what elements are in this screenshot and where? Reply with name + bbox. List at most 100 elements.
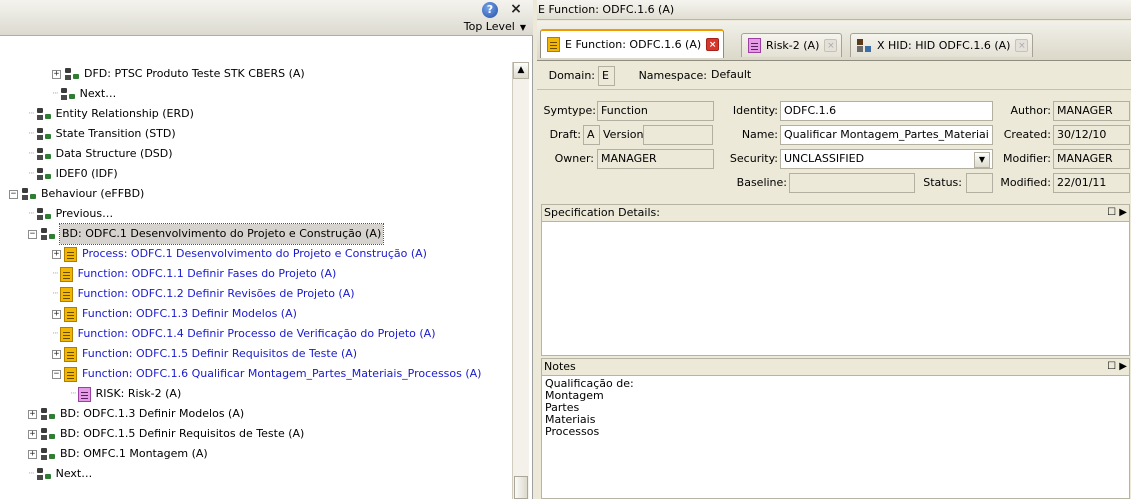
level-dropdown[interactable]: Top Level ▼ bbox=[440, 20, 530, 35]
close-tab-icon[interactable]: × bbox=[706, 38, 720, 51]
tree-item[interactable]: − Behaviour (eFFBD) bbox=[9, 184, 144, 204]
tree-item[interactable]: + BD: ODFC.1.5 Definir Requisitos de Test… bbox=[28, 424, 304, 444]
tree-item[interactable]: + BD: OMFC.1 Montagem (A) bbox=[28, 444, 208, 464]
status-field[interactable] bbox=[966, 173, 993, 193]
scrollbar-thumb[interactable] bbox=[514, 476, 528, 499]
scroll-up-arrow-icon[interactable]: ▲ bbox=[513, 62, 529, 79]
editor-tab-label: E Function: ODFC.1.6 (A) bbox=[565, 38, 702, 51]
baseline-label: Baseline: bbox=[736, 176, 787, 189]
help-icon[interactable]: ? bbox=[482, 2, 498, 18]
tree-item-label: Previous… bbox=[55, 207, 114, 220]
tree-item[interactable]: ··· Next… bbox=[28, 464, 92, 484]
expand-icon[interactable]: + bbox=[28, 409, 37, 419]
tree-connector: ··· bbox=[28, 209, 35, 219]
tree-item[interactable]: ··· Previous… bbox=[28, 204, 113, 224]
tree-item[interactable]: − BD: ODFC.1 Desenvolvimento do Projeto e… bbox=[28, 223, 385, 245]
tree-item[interactable]: ··· RISK: Risk-2 (A) bbox=[70, 384, 181, 404]
tree-item[interactable]: ··· Function: ODFC.1.1 Definir Fases do P… bbox=[52, 264, 336, 284]
security-label: Security: bbox=[729, 152, 778, 165]
tree-connector: ··· bbox=[52, 269, 59, 279]
status-label: Status: bbox=[923, 176, 962, 189]
tree-item[interactable]: ··· Function: ODFC.1.2 Definir Revisões d… bbox=[52, 284, 355, 304]
risk-icon bbox=[748, 38, 761, 53]
editor-tab[interactable]: E Function: ODFC.1.6 (A) × bbox=[540, 29, 725, 58]
identity-field[interactable]: ODFC.1.6 bbox=[780, 101, 993, 121]
tree-item[interactable]: + Function: ODFC.1.5 Definir Requisitos d… bbox=[52, 344, 357, 364]
security-select[interactable]: UNCLASSIFIED ▼ bbox=[780, 149, 993, 169]
collapse-icon[interactable]: − bbox=[52, 369, 61, 379]
draft-field[interactable]: A bbox=[583, 125, 600, 145]
panel-maximize-icon[interactable]: ☐ ▶ bbox=[1107, 359, 1127, 375]
created-label: Created: bbox=[1003, 128, 1051, 141]
domain-field[interactable]: E bbox=[598, 66, 615, 86]
version-label: Version: bbox=[603, 128, 648, 141]
tree-item[interactable]: ··· Function: ODFC.1.4 Definir Processo d… bbox=[52, 324, 436, 344]
tree-connector: ··· bbox=[28, 129, 35, 139]
tree-connector: ··· bbox=[70, 389, 77, 399]
author-label: Author: bbox=[1010, 104, 1051, 117]
name-field[interactable]: Qualificar Montagem_Partes_Materiai bbox=[780, 125, 993, 145]
diagram-icon bbox=[36, 107, 52, 121]
diagram-icon bbox=[64, 67, 80, 81]
tree-item[interactable]: + DFD: PTSC Produto Teste STK CBERS (A) bbox=[52, 64, 305, 84]
diagram-icon bbox=[40, 227, 56, 241]
tree-item[interactable]: − Function: ODFC.1.6 Qualificar Montagem_… bbox=[52, 364, 481, 384]
collapse-icon[interactable]: − bbox=[28, 229, 37, 239]
symtype-label: Symtype: bbox=[543, 104, 597, 117]
expand-icon[interactable]: + bbox=[28, 449, 37, 459]
tree-item[interactable]: ··· Entity Relationship (ERD) bbox=[28, 104, 194, 124]
owner-field[interactable]: MANAGER bbox=[597, 149, 714, 169]
expand-icon[interactable]: + bbox=[52, 349, 61, 359]
version-field[interactable] bbox=[643, 125, 713, 145]
tree-item[interactable]: ··· Next… bbox=[52, 84, 116, 104]
tree-connector: ··· bbox=[52, 329, 59, 339]
expand-icon[interactable]: + bbox=[28, 429, 37, 439]
tree-connector: ··· bbox=[28, 109, 35, 119]
tree-item[interactable]: ··· IDEF0 (IDF) bbox=[28, 164, 118, 184]
diagram-icon bbox=[36, 467, 52, 481]
function-icon bbox=[64, 346, 77, 362]
expand-icon[interactable]: + bbox=[52, 309, 61, 319]
specification-text-area[interactable] bbox=[541, 221, 1130, 356]
tree-item-label: Function: ODFC.1.5 Definir Requisitos de… bbox=[82, 347, 358, 360]
tree-item[interactable]: + Function: ODFC.1.3 Definir Modelos (A) bbox=[52, 304, 297, 324]
function-icon bbox=[64, 246, 77, 262]
function-icon bbox=[547, 37, 560, 52]
tree-item-label: Function: ODFC.1.2 Definir Revisões de P… bbox=[77, 287, 355, 300]
identity-label: Identity: bbox=[732, 104, 778, 117]
expand-icon[interactable]: + bbox=[52, 69, 61, 79]
tree-item[interactable]: + Process: ODFC.1 Desenvolvimento do Proj… bbox=[52, 244, 427, 264]
symtype-field[interactable]: Function bbox=[597, 101, 714, 121]
tree-item-label: DFD: PTSC Produto Teste STK CBERS (A) bbox=[84, 67, 305, 80]
tree-item[interactable]: + BD: ODFC.1.3 Definir Modelos (A) bbox=[28, 404, 244, 424]
tree-item[interactable]: ··· Data Structure (DSD) bbox=[28, 144, 173, 164]
tree-item-label: BD: ODFC.1.3 Definir Modelos (A) bbox=[60, 407, 245, 420]
close-tab-icon[interactable]: × bbox=[824, 39, 838, 52]
collapse-icon[interactable]: − bbox=[9, 189, 18, 199]
editor-tab[interactable]: X HID: HID ODFC.1.6 (A) × bbox=[850, 33, 1034, 57]
tree-item-label: RISK: Risk-2 (A) bbox=[95, 387, 182, 400]
close-tab-icon[interactable]: × bbox=[1015, 39, 1029, 52]
tree-item-label: BD: ODFC.1.5 Definir Requisitos de Teste… bbox=[60, 427, 305, 440]
expand-icon[interactable]: + bbox=[52, 249, 61, 259]
close-icon[interactable]: × bbox=[508, 1, 524, 17]
tree-toolbar: ? × Top Level ▼ bbox=[0, 0, 533, 36]
namespace-value: Default bbox=[708, 66, 1130, 86]
risk-icon bbox=[77, 386, 91, 402]
notes-text-area[interactable]: Qualificação de: Montagem Partes Materiais P… bbox=[541, 375, 1130, 499]
chevron-down-icon[interactable]: ▼ bbox=[974, 152, 990, 168]
diagram-icon bbox=[36, 147, 52, 161]
diagram-icon bbox=[40, 447, 56, 461]
tree-item[interactable]: ··· State Transition (STD) bbox=[28, 124, 176, 144]
tree-scrollbar[interactable]: ▲ bbox=[512, 62, 529, 499]
notes-line: Montagem bbox=[545, 389, 604, 402]
panel-maximize-icon[interactable]: ☐ ▶ bbox=[1107, 205, 1127, 221]
notes-panel-title: Notes bbox=[544, 360, 576, 373]
baseline-field[interactable] bbox=[789, 173, 915, 193]
domain-label: Domain: bbox=[548, 69, 595, 82]
editor-tab[interactable]: Risk-2 (A) × bbox=[741, 33, 843, 57]
tree-item-label: Function: ODFC.1.4 Definir Processo de V… bbox=[77, 327, 436, 340]
tree-item-label: Function: ODFC.1.6 Qualificar Montagem_P… bbox=[82, 367, 482, 380]
diagram-icon bbox=[21, 187, 37, 201]
tree-item-label: BD: OMFC.1 Montagem (A) bbox=[60, 447, 208, 460]
